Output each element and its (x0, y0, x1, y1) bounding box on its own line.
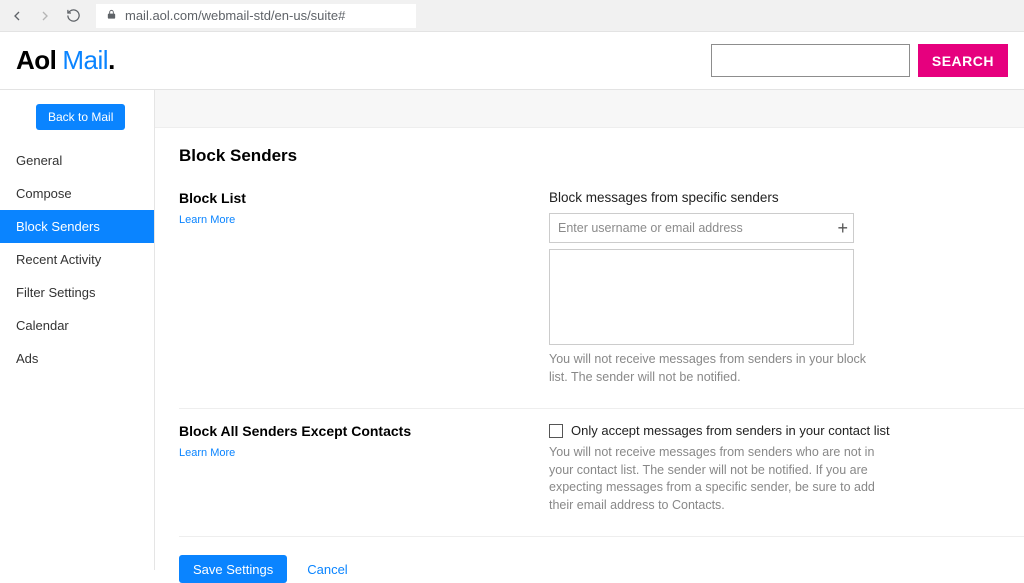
save-settings-button[interactable]: Save Settings (179, 555, 287, 583)
search-wrap: SEARCH (711, 44, 1008, 77)
block-sender-input[interactable] (549, 213, 854, 243)
logo-dot: . (108, 45, 115, 76)
learn-more-link[interactable]: Learn More (179, 447, 235, 459)
browser-chrome: mail.aol.com/webmail-std/en-us/suite# (0, 0, 1024, 32)
address-bar[interactable]: mail.aol.com/webmail-std/en-us/suite# (96, 4, 416, 28)
checkbox-row: Only accept messages from senders in you… (549, 423, 904, 438)
back-icon[interactable] (8, 7, 26, 25)
learn-more-link[interactable]: Learn More (179, 214, 235, 226)
section-right: Only accept messages from senders in you… (549, 423, 904, 514)
sidebar-item-general[interactable]: General (0, 144, 154, 177)
sidebar-item-calendar[interactable]: Calendar (0, 309, 154, 342)
actions: Save Settings Cancel (179, 551, 1024, 583)
main: Block Senders Block List Learn More Bloc… (155, 90, 1024, 570)
layout: Back to Mail General Compose Block Sende… (0, 90, 1024, 570)
block-list-hint: You will not receive messages from sende… (549, 351, 869, 386)
cancel-link[interactable]: Cancel (307, 562, 347, 577)
sidebar-item-compose[interactable]: Compose (0, 177, 154, 210)
lock-icon (106, 8, 117, 23)
reload-icon[interactable] (64, 7, 82, 25)
back-to-mail-button[interactable]: Back to Mail (36, 104, 125, 130)
section-lead: Block messages from specific senders (549, 190, 904, 205)
sidebar: Back to Mail General Compose Block Sende… (0, 90, 155, 570)
logo: Aol Mail . (16, 45, 115, 76)
section-except-contacts: Block All Senders Except Contacts Learn … (179, 423, 1024, 537)
top-strip (155, 90, 1024, 128)
only-contacts-checkbox[interactable] (549, 424, 563, 438)
section-left: Block All Senders Except Contacts Learn … (179, 423, 549, 514)
sidebar-item-ads[interactable]: Ads (0, 342, 154, 375)
url-text: mail.aol.com/webmail-std/en-us/suite# (125, 8, 345, 23)
section-title: Block All Senders Except Contacts (179, 423, 549, 439)
search-button[interactable]: SEARCH (918, 44, 1008, 77)
forward-icon[interactable] (36, 7, 54, 25)
section-title: Block List (179, 190, 549, 206)
app-header: Aol Mail . SEARCH (0, 32, 1024, 90)
plus-icon[interactable]: + (837, 219, 848, 237)
section-left: Block List Learn More (179, 190, 549, 386)
sidebar-item-filter-settings[interactable]: Filter Settings (0, 276, 154, 309)
checkbox-label: Only accept messages from senders in you… (571, 423, 890, 438)
content: Block Senders Block List Learn More Bloc… (155, 128, 1024, 583)
sidebar-item-recent-activity[interactable]: Recent Activity (0, 243, 154, 276)
sidebar-item-block-senders[interactable]: Block Senders (0, 210, 154, 243)
logo-aol: Aol (16, 45, 56, 76)
page-title: Block Senders (179, 146, 1024, 166)
block-input-row: + (549, 213, 854, 243)
section-right: Block messages from specific senders + Y… (549, 190, 904, 386)
section-block-list: Block List Learn More Block messages fro… (179, 190, 1024, 409)
logo-mail: Mail (62, 45, 108, 76)
except-contacts-hint: You will not receive messages from sende… (549, 444, 879, 514)
search-input[interactable] (711, 44, 910, 77)
block-list-area[interactable] (549, 249, 854, 345)
